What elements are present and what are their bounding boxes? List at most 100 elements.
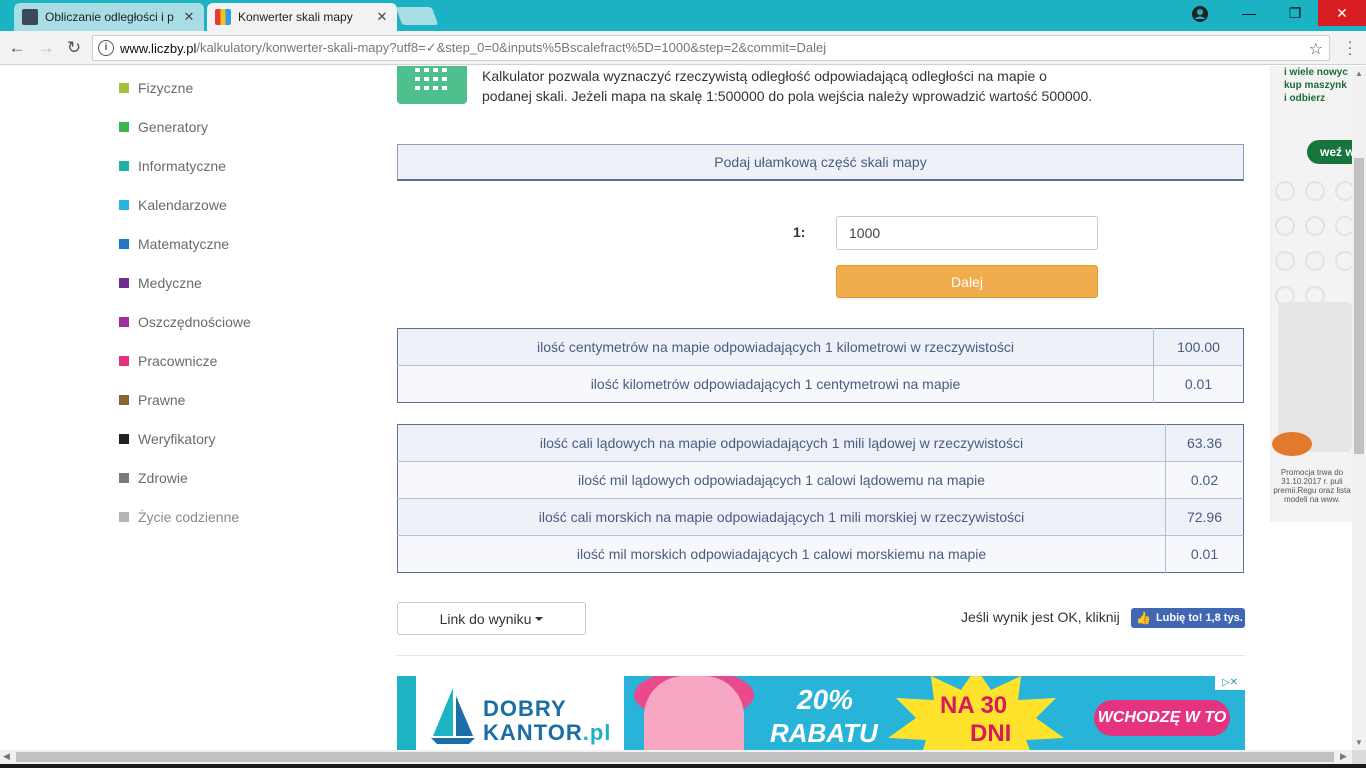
window-close-button[interactable]: ✕ bbox=[1318, 0, 1366, 26]
sidebar-item-label: Prawne bbox=[138, 392, 186, 408]
result-label: ilość mil lądowych odpowiadających 1 cal… bbox=[397, 461, 1166, 499]
food-image bbox=[1272, 432, 1312, 456]
category-color-square bbox=[119, 434, 129, 444]
result-label: ilość kilometrów odpowiadających 1 centy… bbox=[397, 365, 1154, 403]
forward-button[interactable]: → bbox=[36, 39, 56, 57]
sidebar-item-label: Pracownicze bbox=[138, 353, 218, 369]
results-table-imperial: ilość cali lądowych na mapie odpowiadają… bbox=[397, 424, 1244, 573]
description-line: podanej skali. Jeżeli mapa na skalę 1:50… bbox=[482, 88, 1093, 104]
tab-title: Obliczanie odległości i p bbox=[45, 10, 174, 24]
ok-prompt-text: Jeśli wynik jest OK, kliknij bbox=[961, 609, 1120, 625]
scroll-right-arrow-icon[interactable]: ▶ bbox=[1340, 751, 1347, 762]
reload-button[interactable]: ↻ bbox=[64, 39, 84, 57]
window-bottom-edge bbox=[0, 764, 1366, 768]
sidebar-item-generatory[interactable]: Generatory bbox=[119, 117, 208, 137]
table-row: ilość cali lądowych na mapie odpowiadają… bbox=[397, 424, 1244, 462]
site-info-icon[interactable]: i bbox=[98, 40, 114, 56]
tab-favicon-icon bbox=[22, 9, 38, 25]
table-row: ilość centymetrów na mapie odpowiadający… bbox=[397, 328, 1244, 366]
result-value: 0.01 bbox=[1153, 365, 1244, 403]
side-ad-line: kup maszynk bbox=[1284, 80, 1347, 91]
sidebar-item-kalendarzowe[interactable]: Kalendarzowe bbox=[119, 195, 227, 215]
ad-illustration-face bbox=[644, 676, 744, 750]
tab-favicon-icon bbox=[215, 9, 231, 25]
sidebar-item-matematyczne[interactable]: Matematyczne bbox=[119, 234, 229, 254]
ad-banner-dobry-kantor[interactable]: DOBRY KANTOR.pl 20% RABATU NA 30 DNI WCH… bbox=[397, 676, 1245, 750]
sidebar-item-zdrowie[interactable]: Zdrowie bbox=[119, 468, 188, 488]
sidebar-item-fizyczne[interactable]: Fizyczne bbox=[119, 78, 193, 98]
url-host: www.liczby.pl bbox=[120, 40, 197, 56]
ad-brand-word: KANTOR bbox=[483, 720, 583, 745]
result-label: ilość mil morskich odpowiadających 1 cal… bbox=[397, 535, 1166, 573]
vertical-scroll-thumb[interactable] bbox=[1354, 158, 1364, 454]
side-ad[interactable]: i wiele nowyc kup maszynk i odbierz weź … bbox=[1270, 66, 1352, 522]
category-color-square bbox=[119, 161, 129, 171]
tab-konwerter-skali-mapy[interactable]: Konwerter skali mapy ✕ bbox=[207, 3, 397, 31]
horizontal-scrollbar[interactable]: ◀ ▶ bbox=[0, 750, 1352, 764]
back-button[interactable]: ← bbox=[7, 39, 27, 57]
caret-down-icon bbox=[535, 616, 544, 621]
address-bar[interactable]: i www.liczby.pl /kalkulatory/konwerter-s… bbox=[92, 35, 1330, 61]
sidebar-item-medyczne[interactable]: Medyczne bbox=[119, 273, 202, 293]
browser-menu-icon[interactable]: · · · bbox=[1346, 34, 1354, 61]
sidebar-item-pracownicze[interactable]: Pracownicze bbox=[119, 351, 217, 371]
result-value: 72.96 bbox=[1165, 498, 1244, 536]
sidebar-item-label: Weryfikatory bbox=[138, 431, 216, 447]
tab-close-icon[interactable]: ✕ bbox=[182, 9, 196, 25]
sidebar-item-label: Kalendarzowe bbox=[138, 197, 227, 213]
horizontal-scroll-thumb[interactable] bbox=[16, 752, 1334, 762]
vertical-scrollbar[interactable]: ▲ ▼ bbox=[1352, 66, 1366, 750]
ad-promo-panel: 20% RABATU NA 30 DNI WCHODZĘ W TO ▷✕ bbox=[624, 676, 1245, 750]
divider bbox=[397, 655, 1245, 656]
category-color-square bbox=[119, 317, 129, 327]
bookmark-star-icon[interactable]: ☆ bbox=[1309, 39, 1323, 59]
tab-close-icon[interactable]: ✕ bbox=[375, 9, 389, 25]
sidebar-item-weryfikatory[interactable]: Weryfikatory bbox=[119, 429, 216, 449]
sidebar-item-label: Matematyczne bbox=[138, 236, 230, 252]
facebook-like-button[interactable]: 👍 Lubię to! 1,8 tys. bbox=[1131, 608, 1245, 628]
adchoices-icon[interactable]: ▷✕ bbox=[1215, 676, 1245, 690]
category-color-square bbox=[119, 512, 129, 522]
minimize-button[interactable]: — bbox=[1226, 0, 1272, 26]
result-value: 63.36 bbox=[1165, 424, 1244, 462]
profile-icon[interactable] bbox=[1191, 5, 1209, 23]
calculator-category-icon bbox=[397, 66, 467, 104]
tab-obliczanie-odleglosci[interactable]: Obliczanie odległości i p ✕ bbox=[14, 3, 204, 31]
submit-button[interactable]: Dalej bbox=[836, 265, 1098, 298]
tab-strip: Obliczanie odległości i p ✕ Konwerter sk… bbox=[0, 0, 1366, 31]
category-color-square bbox=[119, 473, 129, 483]
category-color-square bbox=[119, 395, 129, 405]
table-row: ilość kilometrów odpowiadających 1 centy… bbox=[397, 365, 1244, 403]
sidebar-item-label: Oszczędnościowe bbox=[138, 314, 251, 330]
link-to-result-label: Link do wyniku bbox=[439, 610, 532, 627]
side-ad-fine-print: Promocja trwa do 31.10.2017 r. puli prem… bbox=[1273, 468, 1351, 504]
scale-fraction-input[interactable] bbox=[836, 216, 1098, 250]
ad-discount-word: RABATU bbox=[770, 718, 878, 748]
maximize-button[interactable]: ❐ bbox=[1272, 0, 1318, 26]
ad-cta-button[interactable]: WCHODZĘ W TO bbox=[1094, 700, 1230, 736]
scroll-left-arrow-icon[interactable]: ◀ bbox=[3, 751, 10, 762]
category-color-square bbox=[119, 278, 129, 288]
table-row: ilość mil lądowych odpowiadających 1 cal… bbox=[397, 461, 1244, 499]
ad-brand-top: DOBRY bbox=[483, 696, 567, 721]
scroll-down-arrow-icon[interactable]: ▼ bbox=[1355, 738, 1363, 747]
sidebar-item-prawne[interactable]: Prawne bbox=[119, 390, 185, 410]
result-value: 0.02 bbox=[1165, 461, 1244, 499]
new-tab-button[interactable] bbox=[395, 7, 439, 25]
scroll-up-arrow-icon[interactable]: ▲ bbox=[1355, 69, 1363, 78]
sidebar-item-label: Fizyczne bbox=[138, 80, 194, 96]
ad-stripe bbox=[397, 676, 416, 750]
sidebar-item-oszczednosciowe[interactable]: Oszczędnościowe bbox=[119, 312, 251, 332]
side-ad-cta[interactable]: weź w bbox=[1307, 140, 1352, 164]
sidebar-item-informatyczne[interactable]: Informatyczne bbox=[119, 156, 226, 176]
category-color-square bbox=[119, 356, 129, 366]
result-value: 100.00 bbox=[1153, 328, 1244, 366]
form-header: Podaj ułamkową część skali mapy bbox=[397, 144, 1244, 181]
sidebar-item-zycie-codzienne[interactable]: Życie codzienne bbox=[119, 507, 239, 527]
link-to-result-dropdown[interactable]: Link do wyniku bbox=[397, 602, 586, 635]
page-content: Fizyczne Generatory Informatyczne Kalend… bbox=[0, 66, 1352, 750]
tab-title: Konwerter skali mapy bbox=[238, 10, 353, 24]
scrollbar-corner bbox=[1352, 750, 1366, 764]
category-color-square bbox=[119, 122, 129, 132]
table-row: ilość cali morskich na mapie odpowiadają… bbox=[397, 498, 1244, 536]
